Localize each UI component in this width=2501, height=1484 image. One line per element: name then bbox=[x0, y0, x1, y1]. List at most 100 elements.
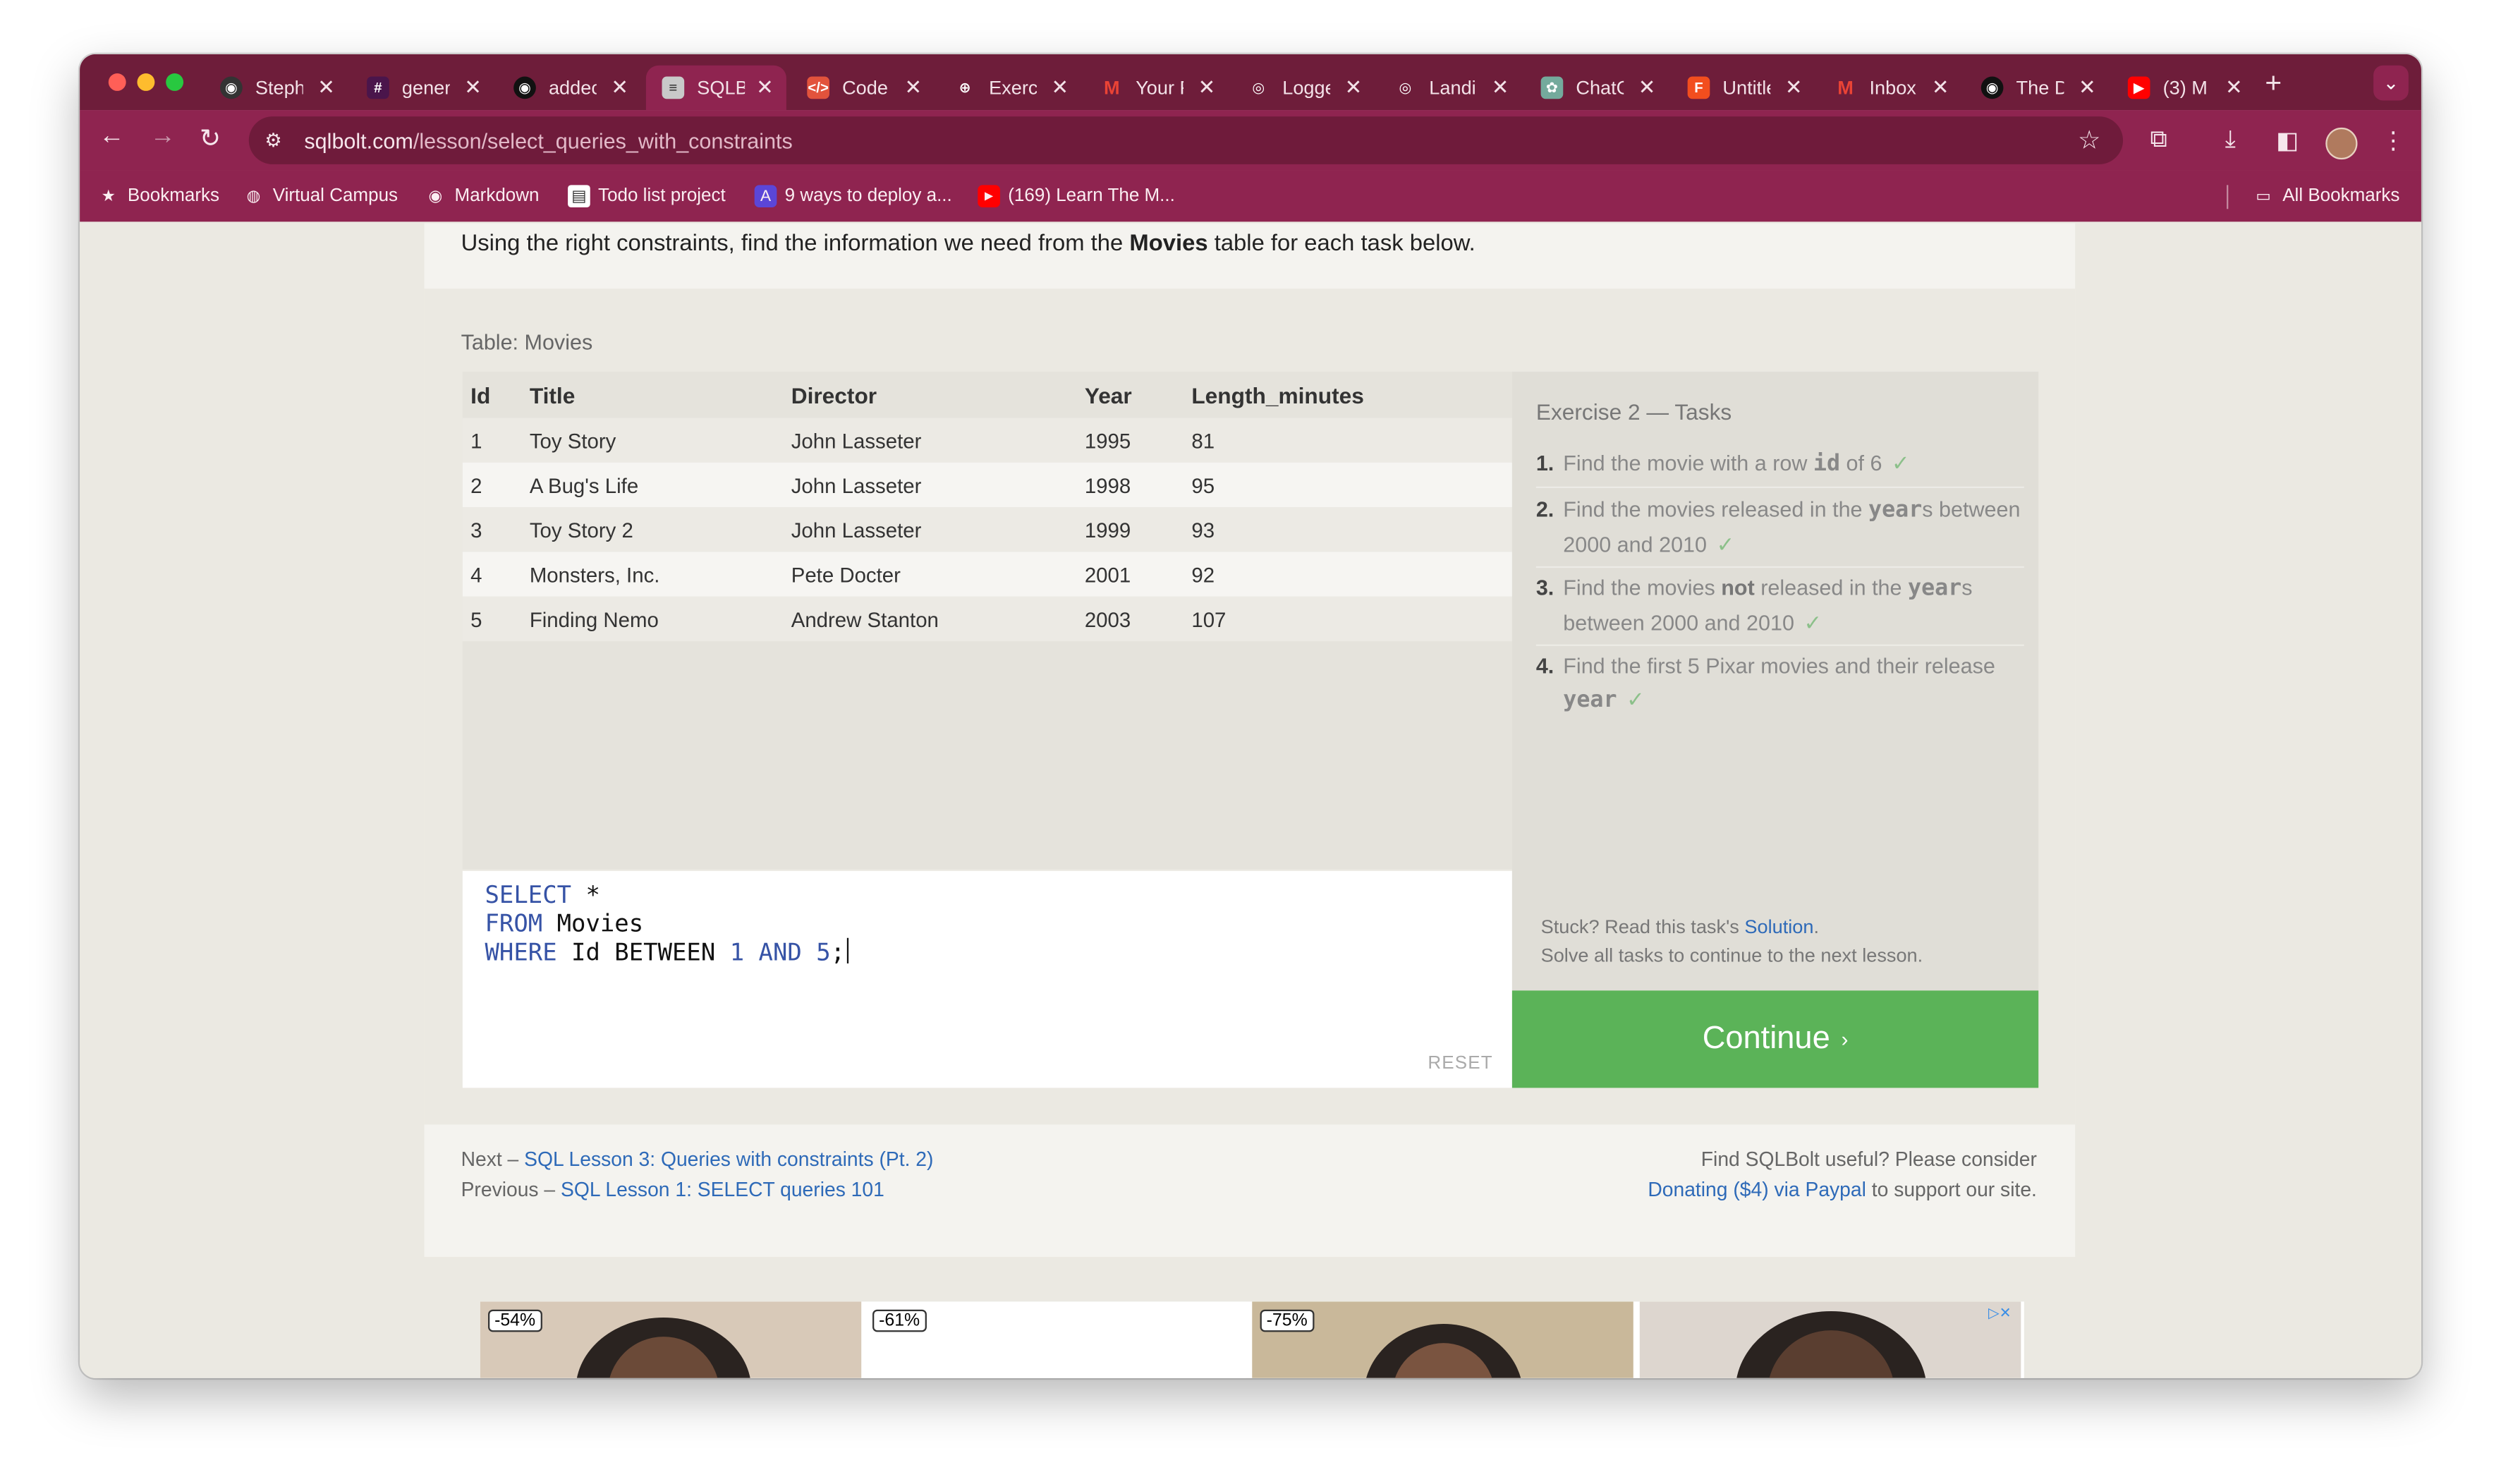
tab[interactable]: ▶ (3) M ✕ bbox=[2112, 66, 2256, 110]
table-row: 2 A Bug's Life John Lasseter 1998 95 bbox=[462, 462, 1512, 508]
solution-link[interactable]: Solution bbox=[1744, 916, 1813, 938]
tab[interactable]: ◉ addec ✕ bbox=[498, 66, 642, 110]
previous-lesson-link[interactable]: SQL Lesson 1: SELECT queries 101 bbox=[561, 1179, 884, 1201]
tab[interactable]: F Untitle ✕ bbox=[1672, 66, 1815, 110]
close-tab-icon[interactable]: ✕ bbox=[1492, 75, 1509, 100]
all-bookmarks-button[interactable]: ▭ All Bookmarks bbox=[2252, 185, 2399, 207]
close-tab-icon[interactable]: ✕ bbox=[1345, 75, 1363, 100]
tab[interactable]: ◎ Landi ✕ bbox=[1378, 66, 1522, 110]
close-tab-icon[interactable]: ✕ bbox=[756, 75, 774, 100]
close-tab-icon[interactable]: ✕ bbox=[2079, 75, 2096, 100]
tab[interactable]: M Your F ✕ bbox=[1085, 66, 1229, 110]
table-cell: John Lasseter bbox=[791, 429, 922, 454]
close-tab-icon[interactable]: ✕ bbox=[1638, 75, 1656, 100]
table-cell: 4 bbox=[470, 563, 482, 588]
check-icon: ✓ bbox=[1626, 687, 1645, 712]
close-tab-icon[interactable]: ✕ bbox=[1198, 75, 1216, 100]
download-icon[interactable]: ⤓ bbox=[2225, 126, 2236, 153]
bookmark-item[interactable]: ◉ Markdown bbox=[425, 185, 539, 207]
ad-tile[interactable]: ▷✕ bbox=[1639, 1301, 2021, 1378]
github-icon: ◉ bbox=[428, 187, 443, 205]
star-icon: ★ bbox=[101, 187, 116, 205]
table-cell: Monsters, Inc. bbox=[529, 563, 660, 588]
table-cell: Toy Story 2 bbox=[529, 518, 633, 542]
reload-icon[interactable]: ↻ bbox=[200, 123, 221, 154]
forward-icon[interactable]: → bbox=[150, 123, 176, 152]
profile-avatar[interactable] bbox=[2325, 127, 2358, 160]
github-icon: ◉ bbox=[220, 76, 243, 99]
column-header: Length_minutes bbox=[1191, 382, 1364, 408]
ad-tile[interactable]: -61% bbox=[864, 1301, 1246, 1378]
tab[interactable]: ⊕ Exerc ✕ bbox=[938, 66, 1082, 110]
check-icon: ✓ bbox=[1716, 533, 1735, 557]
gmail-icon: M bbox=[1103, 76, 1120, 99]
table-cell: 1 bbox=[470, 429, 482, 454]
tab[interactable]: M Inbox ✕ bbox=[1818, 66, 1962, 110]
table-cell: Andrew Stanton bbox=[791, 607, 939, 632]
text-caret bbox=[846, 937, 848, 963]
page-icon: ▤ bbox=[568, 185, 590, 207]
tab-active[interactable]: ≡ SQLB ✕ bbox=[645, 65, 786, 111]
table-cell: 81 bbox=[1191, 429, 1215, 454]
close-tab-icon[interactable]: ✕ bbox=[2225, 75, 2243, 100]
tab-search-button[interactable]: ⌄ bbox=[2373, 65, 2409, 101]
youtube-icon: ▶ bbox=[978, 185, 1000, 207]
table-cell: 92 bbox=[1191, 563, 1215, 588]
discount-badge: -75% bbox=[1260, 1309, 1314, 1332]
tab[interactable]: </> Code ✕ bbox=[791, 66, 935, 110]
tab[interactable]: ◉ The D ✕ bbox=[1965, 66, 2109, 110]
close-tab-icon[interactable]: ✕ bbox=[904, 75, 922, 100]
side-panel-icon[interactable]: ◧ bbox=[2276, 126, 2299, 154]
close-tab-icon[interactable]: ✕ bbox=[1785, 75, 1803, 100]
ad-choices-icon[interactable]: ▷✕ bbox=[1988, 1305, 2012, 1322]
bookmark-item[interactable]: ◍ Virtual Campus bbox=[243, 185, 398, 207]
check-icon: ✓ bbox=[1892, 451, 1910, 475]
close-tab-icon[interactable]: ✕ bbox=[464, 75, 482, 100]
table-cell: John Lasseter bbox=[791, 473, 922, 498]
tab[interactable]: ◉ Steph ✕ bbox=[204, 66, 348, 110]
task-item: 2. Find the movies released in the years… bbox=[1535, 493, 2024, 568]
lesson-navigation: Next – SQL Lesson 3: Queries with constr… bbox=[461, 1148, 934, 1201]
folder-icon: ▭ bbox=[2256, 187, 2271, 205]
close-tab-icon[interactable]: ✕ bbox=[1052, 75, 1069, 100]
browser-window: ◉ Steph ✕ # gener ✕ ◉ addec ✕ ≡ SQLB ✕ <… bbox=[80, 54, 2421, 1378]
close-window-button[interactable] bbox=[108, 73, 126, 91]
url-text[interactable]: sqlbolt.com/lesson/select_queries_with_c… bbox=[304, 128, 792, 152]
tab[interactable]: ✿ ChatG ✕ bbox=[1525, 66, 1669, 110]
site-settings-icon[interactable]: ⚙ bbox=[264, 129, 281, 152]
sql-query[interactable]: SELECT * FROM Movies WHERE Id BETWEEN 1 … bbox=[485, 881, 848, 968]
table-cell: 2001 bbox=[1084, 563, 1131, 588]
next-lesson-link[interactable]: SQL Lesson 3: Queries with constraints (… bbox=[524, 1148, 933, 1171]
new-tab-button[interactable]: + bbox=[2265, 67, 2282, 100]
advertisement-banner[interactable]: -54% -61% -75% ▷✕ bbox=[480, 1301, 2024, 1378]
bookmark-item[interactable]: A9 ways to deploy a... bbox=[754, 185, 952, 207]
ad-tile[interactable]: -54% bbox=[480, 1301, 862, 1378]
bookmark-item[interactable]: ▤ Todo list project bbox=[568, 185, 726, 207]
minimize-window-button[interactable] bbox=[137, 73, 155, 91]
close-tab-icon[interactable]: ✕ bbox=[611, 75, 628, 100]
donate-link[interactable]: Donating ($4) via Paypal bbox=[1648, 1179, 1866, 1201]
tab[interactable]: ◎ Logge ✕ bbox=[1231, 66, 1375, 110]
reset-button[interactable]: RESET bbox=[1428, 1054, 1492, 1074]
back-icon[interactable]: ← bbox=[99, 123, 124, 152]
continue-button[interactable]: Continue › bbox=[1511, 990, 2039, 1088]
close-tab-icon[interactable]: ✕ bbox=[1932, 75, 1949, 100]
table-row: 1 Toy Story John Lasseter 1995 81 bbox=[462, 418, 1512, 463]
zoom-window-button[interactable] bbox=[166, 73, 184, 91]
help-text: Stuck? Read this task's Solution. Solve … bbox=[1540, 916, 1923, 967]
discount-badge: -54% bbox=[488, 1309, 542, 1332]
menu-icon[interactable]: ⋮ bbox=[2381, 126, 2405, 154]
bookmark-star-icon[interactable]: ☆ bbox=[2078, 124, 2100, 156]
close-tab-icon[interactable]: ✕ bbox=[317, 75, 335, 100]
tab[interactable]: # gener ✕ bbox=[351, 66, 495, 110]
ad-tile[interactable]: -75% bbox=[1252, 1301, 1633, 1378]
table-cell: 95 bbox=[1191, 473, 1215, 498]
address-bar[interactable]: ⚙ sqlbolt.com/lesson/select_queries_with… bbox=[248, 116, 2124, 164]
extensions-icon[interactable]: ⧉ bbox=[2150, 126, 2167, 153]
table-header-row: Id Title Director Year Length_minutes bbox=[463, 372, 1512, 416]
table-cell: 93 bbox=[1191, 518, 1215, 542]
bookmark-item[interactable]: ▶ (169) Learn The M... bbox=[978, 185, 1175, 207]
sql-editor[interactable]: SELECT * FROM Movies WHERE Id BETWEEN 1 … bbox=[462, 870, 1512, 1088]
gmail-icon: M bbox=[1837, 76, 1854, 99]
bookmark-item[interactable]: ★ Bookmarks bbox=[97, 185, 219, 207]
